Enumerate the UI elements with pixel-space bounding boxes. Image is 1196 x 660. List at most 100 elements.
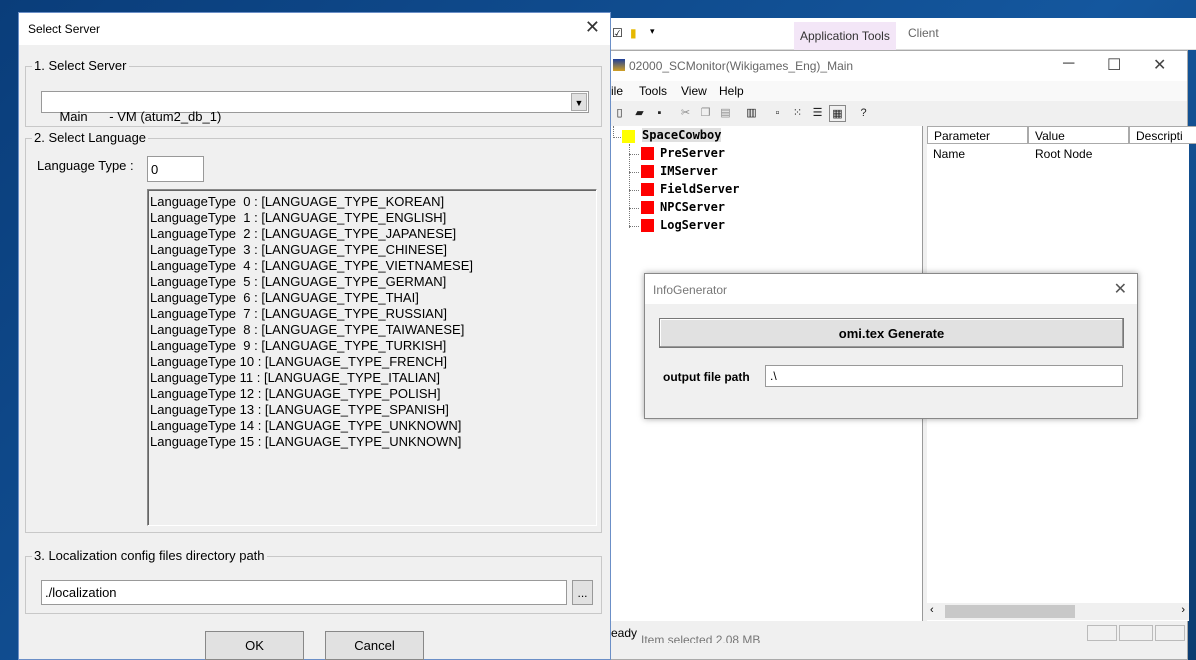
ok-button[interactable]: OK	[205, 631, 304, 660]
properties-icon[interactable]: ☑	[612, 26, 623, 40]
localization-path-input[interactable]	[41, 580, 567, 605]
menu-tools[interactable]: Tools	[639, 84, 667, 98]
tree-line	[629, 154, 639, 155]
tree-item-npcserver[interactable]: NPCServer	[660, 200, 725, 214]
output-path-input[interactable]	[765, 365, 1123, 387]
tree-line	[629, 144, 630, 228]
tree-item-logserver[interactable]: LogServer	[660, 218, 725, 232]
status-bar: eady Item selected 2,08 MB	[611, 621, 1187, 643]
select-server-title-bar: Select Server ✕	[19, 13, 610, 45]
small-icons-icon[interactable]: ⁙	[789, 105, 806, 122]
close-icon[interactable]: ✕	[585, 17, 600, 38]
close-icon[interactable]: ✕	[1153, 55, 1166, 75]
server-node-icon	[641, 165, 654, 178]
list-item: LanguageType 10 : [LANGUAGE_TYPE_FRENCH]	[150, 354, 447, 369]
list-item: LanguageType 6 : [LANGUAGE_TYPE_THAI]	[150, 290, 419, 305]
main-window-title: 02000_SCMonitor(Wikigames_Eng)_Main	[629, 59, 854, 73]
output-path-label: output file path	[663, 370, 750, 384]
cut-icon[interactable]: ✂	[677, 105, 694, 122]
tree-line	[629, 172, 639, 173]
tree-item-fieldserver[interactable]: FieldServer	[660, 182, 739, 196]
main-title-bar: 02000_SCMonitor(Wikigames_Eng)_Main ─ ☐ …	[611, 51, 1187, 81]
tab-application-tools[interactable]: Application Tools	[794, 22, 896, 50]
server-node-icon	[641, 219, 654, 232]
root-node-icon	[622, 130, 635, 143]
browse-button[interactable]: ...	[572, 580, 593, 605]
tree-line	[629, 226, 639, 227]
tab-client[interactable]: Client	[908, 26, 939, 40]
status-pane	[1087, 625, 1117, 641]
server-node-icon	[641, 183, 654, 196]
status-secondary: Item selected 2,08 MB	[641, 633, 761, 643]
copy-icon[interactable]: ❐	[697, 105, 714, 122]
list-item: LanguageType 8 : [LANGUAGE_TYPE_TAIWANES…	[150, 322, 465, 337]
menu-help[interactable]: Help	[719, 84, 744, 98]
details-view-icon[interactable]: ▦	[829, 105, 846, 122]
infogenerator-dialog: InfoGenerator ✕ omi.tex Generate output …	[644, 273, 1138, 419]
group-legend: 2. Select Language	[32, 130, 149, 145]
menu-file[interactable]: ile	[611, 84, 623, 98]
language-type-input[interactable]	[147, 156, 204, 182]
group-legend: 1. Select Server	[32, 58, 129, 73]
tree-line	[629, 208, 639, 209]
infogenerator-title: InfoGenerator	[653, 283, 728, 297]
status-pane	[1155, 625, 1185, 641]
minimize-icon[interactable]: ─	[1063, 55, 1074, 73]
list-item: LanguageType 12 : [LANGUAGE_TYPE_POLISH]	[150, 386, 441, 401]
server-select[interactable]: Main - VM (atum2_db_1) ▼	[41, 91, 589, 124]
tree-item-preserver[interactable]: PreServer	[660, 146, 725, 160]
list-item: LanguageType 3 : [LANGUAGE_TYPE_CHINESE]	[150, 242, 447, 257]
server-node-icon	[641, 147, 654, 160]
status-text: eady	[611, 626, 638, 640]
list-item: LanguageType 14 : [LANGUAGE_TYPE_UNKNOWN…	[150, 418, 462, 433]
select-server-dialog: Select Server ✕ 1. Select Server Main - …	[18, 12, 611, 660]
list-item: LanguageType 1 : [LANGUAGE_TYPE_ENGLISH]	[150, 210, 447, 225]
generate-button[interactable]: omi.tex Generate	[659, 318, 1124, 348]
column-header-parameter[interactable]: Parameter	[927, 126, 1028, 144]
tree-item-imserver[interactable]: IMServer	[660, 164, 718, 178]
maximize-icon[interactable]: ☐	[1107, 55, 1121, 75]
list-item: LanguageType 9 : [LANGUAGE_TYPE_TURKISH]	[150, 338, 447, 353]
tree-line	[613, 137, 621, 138]
list-item: LanguageType 15 : [LANGUAGE_TYPE_UNKNOWN…	[150, 434, 462, 449]
qa-dropdown-icon[interactable]: ▾	[650, 26, 655, 37]
column-header-value[interactable]: Value	[1028, 126, 1129, 144]
tree-root[interactable]: SpaceCowboy	[642, 128, 722, 142]
save-icon[interactable]: ▪	[651, 105, 668, 122]
scroll-thumb[interactable]	[945, 605, 1075, 618]
list-item: LanguageType 11 : [LANGUAGE_TYPE_ITALIAN…	[150, 370, 441, 385]
print-icon[interactable]: ▥	[743, 105, 760, 122]
column-header-description[interactable]: Descripti	[1129, 126, 1196, 144]
explorer-ribbon: ☑ ▮ ▾ Application Tools Client	[610, 18, 1196, 50]
chevron-down-icon[interactable]: ▼	[571, 93, 587, 111]
open-folder-icon[interactable]: ▰	[631, 105, 648, 122]
language-type-label: Language Type :	[37, 158, 134, 173]
list-item: LanguageType 13 : [LANGUAGE_TYPE_SPANISH…	[150, 402, 449, 417]
new-file-icon[interactable]: ▯	[611, 105, 628, 122]
scroll-left-icon[interactable]: ‹	[930, 604, 934, 616]
list-item: LanguageType 5 : [LANGUAGE_TYPE_GERMAN]	[150, 274, 447, 289]
app-icon	[613, 59, 625, 71]
status-pane	[1119, 625, 1153, 641]
main-menu-bar: ile Tools View Help	[611, 81, 1187, 101]
server-node-icon	[641, 201, 654, 214]
server-select-value: Main - VM (atum2_db_1)	[59, 109, 222, 124]
new-folder-icon[interactable]: ▮	[630, 26, 637, 40]
paste-icon[interactable]: ▤	[717, 105, 734, 122]
menu-view[interactable]: View	[681, 84, 707, 98]
close-icon[interactable]: ✕	[1114, 279, 1127, 299]
main-toolbar: ▯ ▰ ▪ ✂ ❐ ▤ ▥ ▫ ⁙ ☰ ▦ ?	[611, 102, 1187, 126]
language-list[interactable]: LanguageType 0 : [LANGUAGE_TYPE_KOREAN] …	[147, 189, 597, 526]
help-icon[interactable]: ?	[855, 105, 872, 122]
large-icons-icon[interactable]: ▫	[769, 105, 786, 122]
property-value[interactable]: Root Node	[1035, 147, 1092, 161]
infogenerator-title-bar: InfoGenerator ✕	[645, 274, 1137, 304]
scroll-right-icon[interactable]: ›	[1181, 604, 1185, 616]
list-item: LanguageType 4 : [LANGUAGE_TYPE_VIETNAME…	[150, 258, 473, 273]
property-name[interactable]: Name	[933, 147, 965, 161]
horizontal-scrollbar[interactable]: ‹ ›	[927, 603, 1189, 620]
dialog-title: Select Server	[28, 22, 101, 36]
cancel-button[interactable]: Cancel	[325, 631, 424, 660]
list-view-icon[interactable]: ☰	[809, 105, 826, 122]
list-item: LanguageType 0 : [LANGUAGE_TYPE_KOREAN]	[150, 194, 445, 209]
